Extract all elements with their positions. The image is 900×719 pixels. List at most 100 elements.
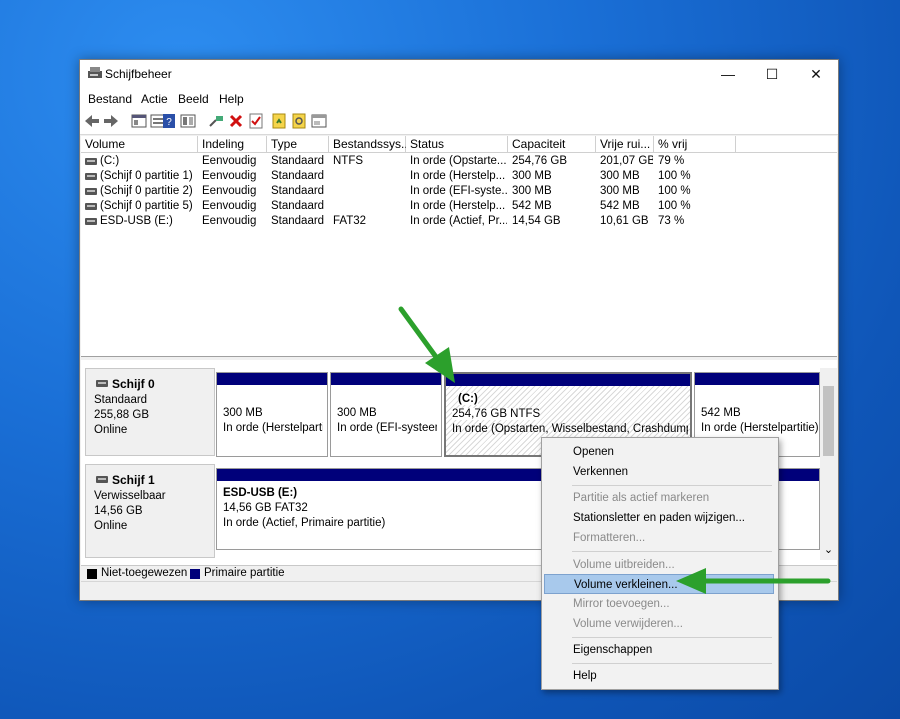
cell-type: Standaard [271,170,325,182]
properties-icon[interactable] [130,112,148,130]
annotation-arrow-left-icon [676,568,831,594]
cell-status: In orde (Actief, Pr... [410,215,507,227]
menu-item-help[interactable]: Help [544,666,774,686]
disk-view-scrollbar[interactable]: ⌄ [820,368,837,560]
table-row[interactable]: (Schijf 0 partitie 1) Eenvoudig Standaar… [81,169,837,184]
menu-beeld[interactable]: Beeld [178,92,209,106]
partition-size: 542 MB [701,407,741,419]
partition-color-bar [446,374,690,386]
partition-title: (C:) [458,393,478,405]
menu-item-eigenschappen[interactable]: Eigenschappen [544,640,774,660]
column-header-vrije-ruimte[interactable]: Vrije rui... [596,136,654,153]
cell-capaciteit: 542 MB [512,200,552,212]
disk-size: 14,56 GB [94,505,143,517]
connect-icon[interactable] [207,112,225,130]
cell-indeling: Eenvoudig [202,215,257,227]
disk-name: Schijf 0 [112,377,155,391]
cell-type: Standaard [271,155,325,167]
disk-name: Schijf 1 [112,473,155,487]
menu-separator [572,485,772,486]
cell-capaciteit: 14,54 GB [512,215,561,227]
cell-volume: (Schijf 0 partitie 5) [100,200,193,212]
drive-icon [85,173,97,180]
column-header-type[interactable]: Type [267,136,329,153]
delete-icon[interactable] [227,112,245,130]
partition-status: In orde (Herstelpartitie) [701,422,819,434]
column-header-bestandssysteem[interactable]: Bestandssys... [329,136,411,153]
close-button[interactable]: ✕ [794,60,838,88]
cell-bestandssysteem: FAT32 [333,215,367,227]
drive-icon [85,158,97,165]
doc-icon[interactable] [270,112,288,130]
partition-title: ESD-USB (E:) [223,487,298,499]
help-icon[interactable]: ? [160,112,178,130]
legend-primary: Primaire partitie [204,567,285,579]
menu-help[interactable]: Help [219,92,244,106]
disk-icon [96,476,108,483]
forward-arrow-icon[interactable] [102,112,120,130]
annotation-arrow-down-icon [398,306,455,383]
cell-volume: (Schijf 0 partitie 1) [100,170,193,182]
cell-vrije-ruimte: 300 MB [600,185,640,197]
cell-volume: (C:) [100,155,120,167]
cell-vrije-ruimte: 300 MB [600,170,640,182]
cell-type: Standaard [271,215,325,227]
partition-disk0-1[interactable]: 300 MB In orde (Herstelpartit [216,372,328,457]
menu-item-stationsletter[interactable]: Stationsletter en paden wijzigen... [544,508,774,528]
partition-color-bar [695,373,819,385]
cell-status: In orde (Opstarte... [410,155,507,167]
back-arrow-icon[interactable] [83,112,101,130]
table-row[interactable]: (Schijf 0 partitie 2) Eenvoudig Standaar… [81,184,837,199]
disk-size: 255,88 GB [94,409,149,421]
cell-procent-vrij: 100 % [658,185,691,197]
cell-type: Standaard [271,185,325,197]
column-header-capaciteit[interactable]: Capaciteit [508,136,596,153]
menu-bestand[interactable]: Bestand [88,92,132,106]
legend-swatch-primary [190,569,200,579]
disk-0-label[interactable]: Schijf 0 Standaard 255,88 GB Online [85,368,215,456]
search-doc-icon[interactable] [290,112,308,130]
svg-text:?: ? [166,117,172,128]
partition-size: 300 MB [223,407,263,419]
table-row[interactable]: ESD-USB (E:) Eenvoudig Standaard FAT32 I… [81,214,837,229]
scrollbar-thumb[interactable] [823,386,834,456]
column-header-procent-vrij[interactable]: % vrij [654,136,736,153]
table-row[interactable]: (C:) Eenvoudig Standaard NTFS In orde (O… [81,154,837,169]
menu-actie[interactable]: Actie [141,92,168,106]
disk-1-label[interactable]: Schijf 1 Verwisselbaar 14,56 GB Online [85,464,215,558]
disk-management-icon [88,67,102,78]
maximize-button[interactable]: ☐ [750,60,794,88]
title-bar: Schijfbeheer — ☐ ✕ [80,60,838,88]
disk-state: Online [94,424,128,436]
column-header-filler [736,136,837,153]
cell-procent-vrij: 73 % [658,215,685,227]
menu-item-verkennen[interactable]: Verkennen [544,462,774,482]
disk-kind: Standaard [94,394,148,406]
drive-icon [85,203,97,210]
column-header-volume[interactable]: Volume [81,136,198,153]
disk-state: Online [94,520,128,532]
menu-item-volume-verwijderen: Volume verwijderen... [573,618,683,630]
minimize-button[interactable]: — [706,60,750,88]
cell-capaciteit: 300 MB [512,185,552,197]
view-icon[interactable] [179,112,197,130]
cell-indeling: Eenvoudig [202,200,257,212]
cell-volume: (Schijf 0 partitie 2) [100,185,193,197]
partition-status: In orde (Actief, Primaire partitie) [223,517,386,529]
disk-icon [96,380,108,387]
column-header-indeling[interactable]: Indeling [198,136,267,153]
partition-status: In orde (EFI-systeemp [337,422,437,434]
scroll-down-arrow[interactable]: ⌄ [822,544,835,558]
column-header-status[interactable]: Status [406,136,508,153]
partition-size: 300 MB [337,407,377,419]
cell-capaciteit: 254,76 GB [512,155,567,167]
partition-size: 254,76 GB NTFS [452,408,541,420]
check-icon[interactable] [247,112,265,130]
menu-item-partitie-actief: Partitie als actief markeren [573,492,710,504]
window-icon[interactable] [310,112,328,130]
menu-item-openen[interactable]: Openen [544,442,774,462]
cell-indeling: Eenvoudig [202,185,257,197]
cell-status: In orde (Herstelp... [410,170,506,182]
legend-swatch-unallocated [87,569,97,579]
table-row[interactable]: (Schijf 0 partitie 5) Eenvoudig Standaar… [81,199,837,214]
